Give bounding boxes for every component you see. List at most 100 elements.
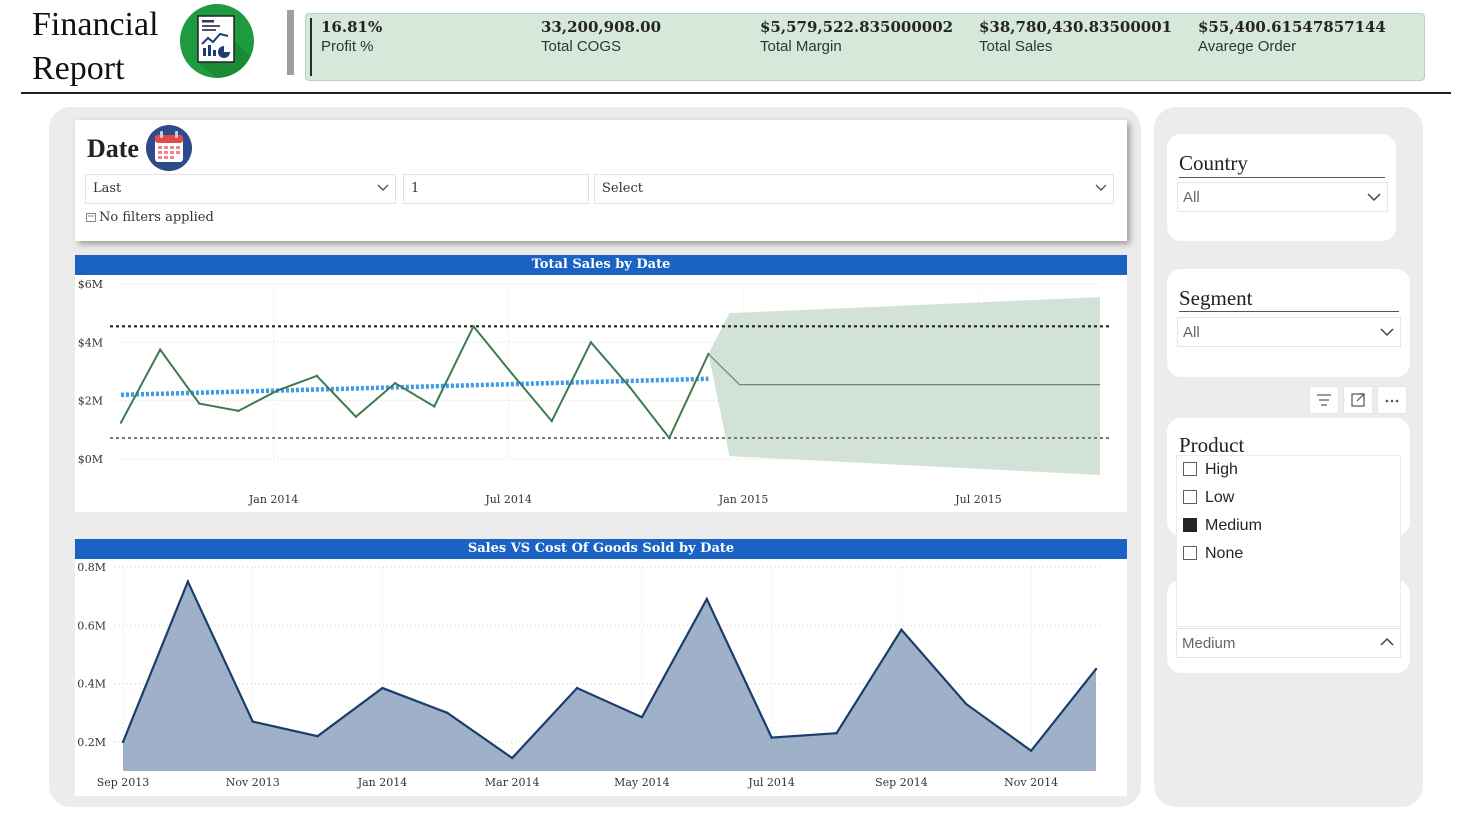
chart-title: Sales VS Cost Of Goods Sold by Date [75,539,1127,559]
product-option-high[interactable]: High [1183,461,1238,479]
x-tick-label: Jan 2014 [357,776,408,789]
country-value: All [1183,189,1200,206]
report-title-line2: Report [32,50,125,87]
more-icon [1385,399,1399,403]
kpi-label: Total Margin [760,38,842,55]
data-point [1094,667,1098,671]
data-point [354,415,358,418]
data-point [393,381,397,385]
data-point [770,736,773,739]
product-option-medium[interactable]: Medium [1183,517,1262,535]
kpi-value: $38,780,430.83500001 [979,18,1173,36]
data-point [433,405,436,408]
data-point [446,711,449,715]
data-point [158,348,162,351]
chevron-up-icon [1380,637,1394,646]
x-tick-label: Nov 2014 [1004,776,1058,789]
kpi-value: 16.81% [321,18,383,36]
data-point [965,702,968,706]
trend-line [120,376,709,398]
y-tick-label: 0.6M [77,619,106,632]
total-sales-line [120,324,710,440]
data-point [705,597,708,601]
data-point [119,421,123,424]
y-tick-label: $4M [78,336,103,349]
report-title-line1: Financial [32,6,159,43]
data-point [575,686,579,690]
kpi-label: Profit % [321,38,374,55]
y-tick-label: 0.4M [77,678,106,691]
data-point [550,419,553,423]
y-tick-label: $6M [78,278,103,291]
kpi-value: $55,400.61547857144 [1198,18,1386,36]
data-point [251,720,254,723]
date-unit-value: Select [602,181,643,196]
data-point [640,716,644,719]
x-tick-label: Jan 2014 [248,493,299,506]
y-tick-label: 0.2M [77,736,106,749]
checkbox-icon[interactable] [1183,462,1197,476]
data-point [900,628,903,631]
sales-vs-cogs-chart-plot: 0.2M 0.4M 0.6M 0.8M Sep 2013 Nov 2013 Jan 2014… [77,561,1103,789]
data-point [511,756,514,760]
sales-vs-cogs-chart: Sales VS Cost Of Goods Sold by Date 0.2M… [75,539,1127,796]
data-point [315,374,318,378]
data-point [381,686,384,690]
x-tick-label: Sep 2014 [875,776,928,789]
calendar-icon [146,125,192,171]
product-dropdown[interactable]: Medium [1176,628,1401,658]
product-option-low[interactable]: Low [1183,489,1234,507]
x-tick-label: Jul 2015 [954,493,1002,506]
product-option-label: None [1205,545,1244,562]
filter-visual-button[interactable] [1309,386,1339,414]
date-count-input[interactable]: 1 [403,174,589,204]
data-point [316,734,319,738]
kpi-label: Avarege Order [1198,38,1297,55]
expand-icon [1351,393,1365,407]
x-tick-label: Mar 2014 [485,776,540,789]
filter-icon [86,213,96,222]
country-dropdown[interactable]: All [1177,182,1388,212]
kpi-label: Total Sales [979,38,1053,55]
checkbox-icon[interactable] [1183,490,1197,504]
filter-lines-icon [1317,394,1331,406]
slicer-rule [1179,311,1399,312]
header-divider [287,10,294,75]
kpi-total-sales: $38,780,430.83500001 Total Sales [979,18,1172,55]
segment-dropdown[interactable]: All [1177,317,1401,347]
segment-slicer: Segment All [1167,269,1410,377]
country-slicer-title: Country [1179,151,1248,175]
more-options-button[interactable] [1377,386,1407,414]
data-point [121,740,125,744]
segment-value: All [1183,324,1200,341]
focus-mode-button[interactable] [1343,386,1373,414]
date-mode-dropdown[interactable]: Last [85,174,396,204]
data-point [472,325,475,328]
checkbox-icon[interactable] [1183,546,1197,560]
kpi-value: 33,200,908.00 [541,18,662,36]
date-slicer-title: Date [87,134,139,163]
checkbox-checked-icon[interactable] [1183,518,1197,532]
x-tick-label: Jul 2014 [747,776,795,789]
date-slicer: Date Last 1 Select No filters applied [75,120,1127,241]
date-filter-status-text: No filters applied [99,210,214,225]
data-point [835,732,838,735]
chart-title: Total Sales by Date [75,255,1127,275]
data-point [511,373,514,376]
kpi-profit: 16.81% Profit % [321,18,382,55]
product-option-none[interactable]: None [1183,545,1243,563]
date-mode-value: Last [93,181,122,196]
segment-slicer-title: Segment [1179,286,1253,310]
product-option-label: Low [1205,489,1235,506]
y-tick-label: $0M [78,453,103,466]
total-sales-chart: Total Sales by Date $0M $2M $4M $6M Jan 2014… [75,255,1127,512]
date-unit-dropdown[interactable]: Select [594,174,1114,204]
x-tick-label: Jul 2014 [484,493,532,506]
y-tick-label: $2M [78,395,103,408]
kpi-strip: 16.81% Profit % 33,200,908.00 Total COGS… [305,13,1425,81]
data-point [707,352,710,356]
header-rule [21,92,1451,94]
data-point [186,580,190,583]
x-tick-label: Nov 2013 [226,776,280,789]
kpi-total-cogs: 33,200,908.00 Total COGS [541,18,661,55]
